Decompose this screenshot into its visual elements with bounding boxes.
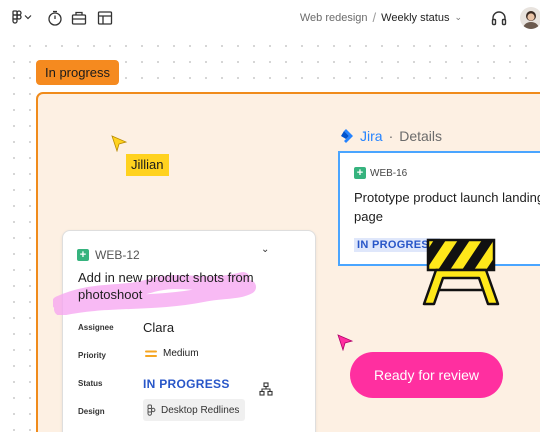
collaborator-name-tag: Jillian xyxy=(126,154,169,176)
collaborator-cursor-icon xyxy=(337,334,354,351)
jira-logo-icon xyxy=(341,129,353,143)
assignee-label: Assignee xyxy=(78,323,114,332)
main-menu-chevron-icon[interactable] xyxy=(24,13,32,21)
breadcrumb: Web redesign / Weekly status ⌄ xyxy=(300,10,462,25)
ticket-card[interactable]: + WEB-12 ⌄ Add in new product shots from… xyxy=(53,230,316,432)
assignee-value[interactable]: Clara xyxy=(143,320,174,335)
jira-brand-label: Jira xyxy=(360,128,383,144)
design-link-label: Desktop Redlines xyxy=(161,404,240,416)
ready-for-review-button[interactable]: Ready for review xyxy=(350,352,503,398)
jira-issue-title: Prototype product launch landing page xyxy=(354,190,540,224)
design-label: Design xyxy=(78,407,105,416)
section-label[interactable]: In progress xyxy=(36,60,120,85)
top-toolbar: Web redesign / Weekly status ⌄ xyxy=(0,0,540,36)
construction-barrier-sticker[interactable] xyxy=(418,238,508,308)
toolbox-icon[interactable] xyxy=(70,9,88,27)
file-menu-chevron-icon[interactable]: ⌄ xyxy=(454,12,462,23)
user-avatar[interactable] xyxy=(520,7,540,29)
ticket-key-row: + WEB-12 xyxy=(77,248,140,262)
collaborator-cursor-icon xyxy=(111,135,128,152)
jira-issue-key[interactable]: WEB-16 xyxy=(370,168,407,179)
jira-issue-key-row: + WEB-16 xyxy=(354,167,540,179)
story-type-icon: + xyxy=(77,249,89,261)
ticket-collapse-chevron-icon[interactable]: ⌄ xyxy=(261,244,269,255)
headphones-icon[interactable] xyxy=(490,9,508,27)
priority-label: Priority xyxy=(78,351,107,360)
priority-medium-icon xyxy=(145,350,157,357)
breadcrumb-file[interactable]: Weekly status xyxy=(381,12,449,24)
status-value[interactable]: IN PROGRESS xyxy=(143,377,230,391)
avatar-portrait xyxy=(523,11,539,29)
jira-widget-header: Jira · Details xyxy=(338,128,442,144)
story-type-icon: + xyxy=(354,167,366,179)
jira-details-label[interactable]: Details xyxy=(399,128,442,144)
figma-file-icon xyxy=(147,404,156,416)
ticket-title: Add in new product shots from photoshoot xyxy=(78,270,254,302)
design-link-chip[interactable]: Desktop Redlines xyxy=(143,399,246,421)
ticket-key[interactable]: WEB-12 xyxy=(95,248,140,262)
jira-separator: · xyxy=(388,128,394,144)
breadcrumb-separator: / xyxy=(372,10,377,25)
timer-icon[interactable] xyxy=(46,9,64,27)
priority-value[interactable]: Medium xyxy=(163,348,199,359)
breadcrumb-project[interactable]: Web redesign xyxy=(300,12,368,24)
layout-icon[interactable] xyxy=(96,9,114,27)
status-label: Status xyxy=(78,379,103,388)
hierarchy-icon[interactable] xyxy=(259,382,273,396)
